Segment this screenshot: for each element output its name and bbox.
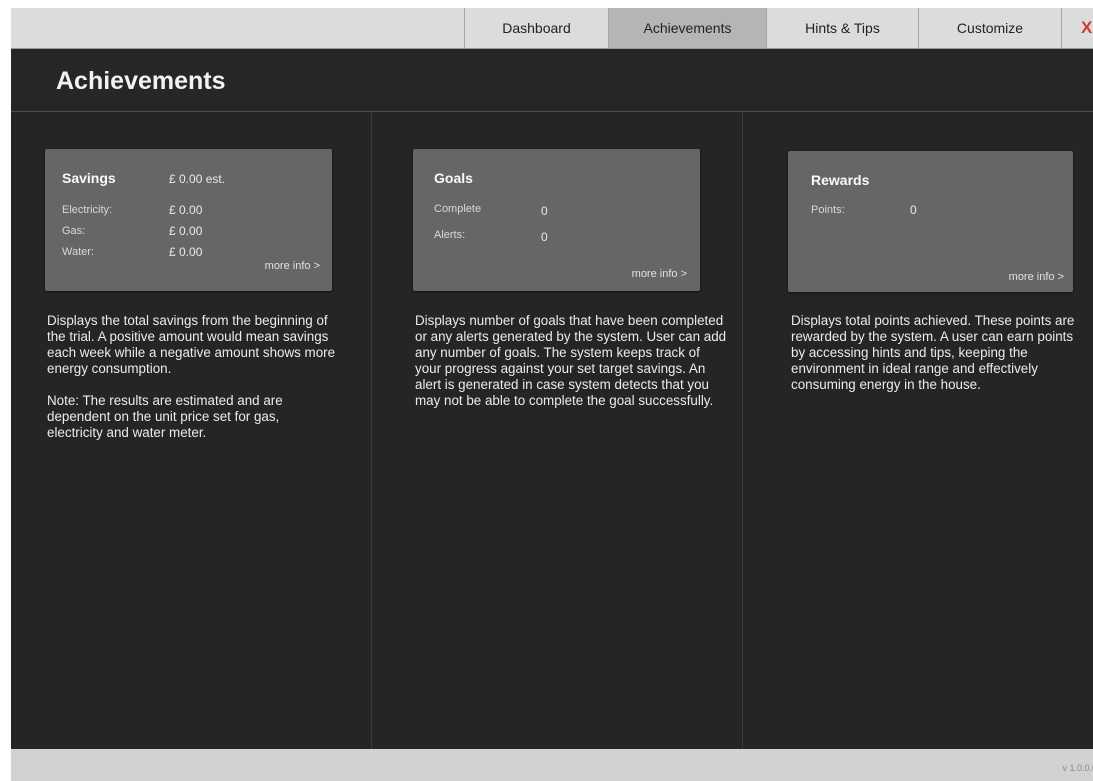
tab-achievements[interactable]: Achievements [608, 8, 766, 48]
footer-bar: v 1.0.0.0 [11, 749, 1093, 781]
goals-card[interactable]: Goals Complete 0 Alerts: 0 more info > [413, 149, 700, 291]
tab-hints-and-tips[interactable]: Hints & Tips [766, 8, 918, 48]
goals-complete-value: 0 [541, 204, 548, 218]
page-title: Achievements [56, 67, 226, 95]
water-value: £ 0.00 [169, 245, 203, 259]
page-header: Achievements [11, 49, 1093, 112]
goals-complete-label: Complete [434, 203, 482, 215]
rewards-card[interactable]: Rewards Points: 0 more info > [788, 151, 1073, 292]
rewards-points-value: 0 [910, 203, 917, 217]
goals-alerts-value: 0 [541, 230, 548, 244]
close-icon: X [1081, 18, 1093, 37]
rewards-more-info-link[interactable]: more info > [1009, 271, 1064, 283]
rewards-points-label: Points: [811, 204, 845, 216]
electricity-label: Electricity: [62, 204, 113, 216]
goals-alerts-label: Alerts: [434, 229, 466, 241]
achievements-app: Dashboard Achievements Hints & Tips Cust… [11, 8, 1093, 781]
water-label: Water: [62, 246, 94, 258]
savings-total: £ 0.00 est. [169, 172, 226, 186]
savings-description-text: Displays the total savings from the begi… [47, 313, 336, 376]
top-navigation-bar: Dashboard Achievements Hints & Tips Cust… [11, 8, 1093, 49]
rewards-description: Displays total points achieved. These po… [791, 313, 1081, 409]
savings-title: Savings [62, 170, 116, 186]
goals-more-info-link[interactable]: more info > [632, 268, 687, 280]
rewards-title: Rewards [811, 172, 870, 188]
gas-value: £ 0.00 [169, 224, 203, 238]
column-divider [371, 112, 372, 749]
savings-card[interactable]: Savings £ 0.00 est. Electricity: £ 0.00 … [45, 149, 332, 291]
electricity-value: £ 0.00 [169, 203, 203, 217]
close-button[interactable]: X [1061, 8, 1093, 48]
gas-label: Gas: [62, 225, 86, 237]
version-label: v 1.0.0.0 [1062, 763, 1093, 773]
savings-description: Displays the total savings from the begi… [47, 313, 337, 457]
goals-description: Displays number of goals that have been … [415, 313, 727, 425]
rewards-description-text: Displays total points achieved. These po… [791, 313, 1075, 392]
tab-customize[interactable]: Customize [918, 8, 1061, 48]
savings-more-info-link[interactable]: more info > [265, 260, 320, 272]
savings-note-text: Note: The results are estimated and are … [47, 393, 283, 440]
column-divider [742, 112, 743, 749]
goals-description-text: Displays number of goals that have been … [415, 313, 727, 408]
tab-dashboard[interactable]: Dashboard [464, 8, 608, 48]
goals-title: Goals [434, 170, 473, 186]
